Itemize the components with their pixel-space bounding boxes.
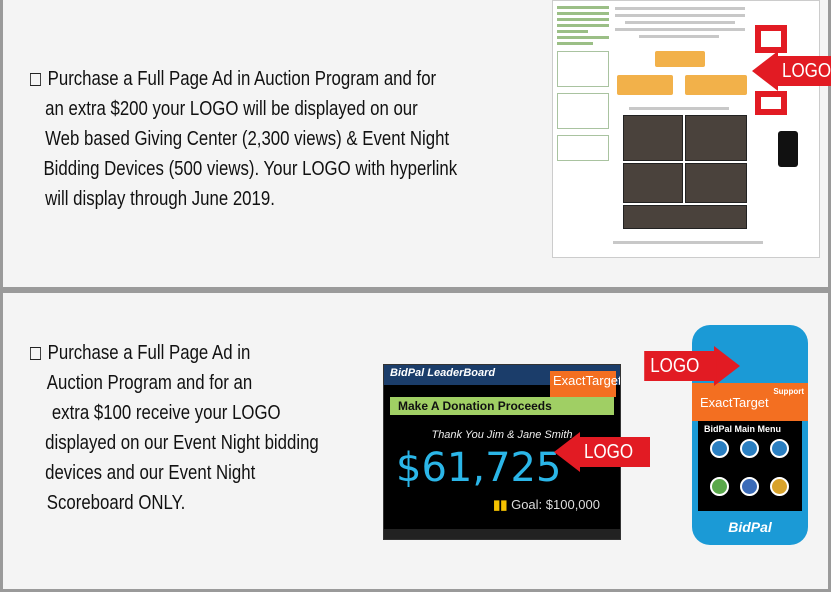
bid-number-icon	[710, 439, 729, 458]
logo-arrow-phone: LOGO	[644, 346, 740, 386]
option-2-line-4: displayed on our Event Night bidding	[45, 432, 319, 454]
sponsor-logo: ExactTarget	[550, 371, 620, 397]
leaderboard-footer	[384, 529, 620, 539]
event-photo	[623, 163, 683, 203]
bidpal-logo: BidPal	[728, 519, 772, 535]
option-1-line-4: Bidding Devices (500 views). Your LOGO w…	[43, 158, 458, 180]
option-1-line-1: Purchase a Full Page Ad in Auction Progr…	[30, 64, 457, 94]
option-2-line-3: extra $100 receive your LOGO	[51, 402, 281, 424]
logo-label: LOGO	[584, 441, 634, 463]
donate-icon	[710, 477, 729, 496]
goal-text: ▮▮ Goal: $100,000	[493, 497, 600, 512]
logo-placement-highlight	[755, 91, 787, 115]
option-2-line-6: Scoreboard ONLY.	[46, 492, 186, 514]
giving-center-website-screenshot	[552, 0, 820, 258]
phone-support-text: Support	[773, 387, 804, 396]
option-2-line-1: Purchase a Full Page Ad in	[30, 338, 319, 368]
logo-placement-highlight	[755, 25, 787, 53]
phone-sponsor-logo: ExactTarget	[700, 395, 769, 410]
option-2-line-2: Auction Program and for an	[46, 372, 253, 394]
mini-phone-image	[778, 131, 798, 167]
website-left-column	[557, 3, 609, 253]
option-1-line-2: an extra $200 your LOGO will be displaye…	[45, 98, 418, 120]
logo-label: LOGO	[650, 355, 700, 377]
event-photo	[685, 163, 747, 203]
website-button-left	[617, 75, 673, 95]
option-1-text: Purchase a Full Page Ad in Auction Progr…	[30, 64, 538, 214]
my-items-icon	[770, 477, 789, 496]
option-1-line-5: will display through June 2019.	[45, 188, 275, 210]
event-photo	[623, 205, 747, 229]
phone-main-menu: BidPal Main Menu	[698, 421, 802, 511]
option-2-checkbox[interactable]	[30, 347, 41, 360]
event-photo	[685, 115, 747, 161]
website-buy-tickets-button	[655, 51, 705, 67]
website-button-right	[685, 75, 747, 95]
phone-menu-title: BidPal Main Menu	[704, 424, 782, 434]
bar-chart-icon: ▮▮	[493, 497, 508, 512]
option-2-text: Purchase a Full Page Ad in Auction Progr…	[30, 338, 374, 518]
donation-amount: $61,725	[396, 445, 562, 491]
donation-banner: Make A Donation Proceeds	[390, 397, 614, 415]
event-photo	[623, 115, 683, 161]
category-icon	[740, 439, 759, 458]
logo-label: LOGO	[782, 60, 831, 82]
no-bids-icon	[740, 477, 759, 496]
option-2-line-5: devices and our Event Night	[45, 462, 256, 484]
option-1-checkbox[interactable]	[30, 73, 41, 86]
option-1-line-3: Web based Giving Center (2,300 views) & …	[45, 128, 450, 150]
search-icon	[770, 439, 789, 458]
